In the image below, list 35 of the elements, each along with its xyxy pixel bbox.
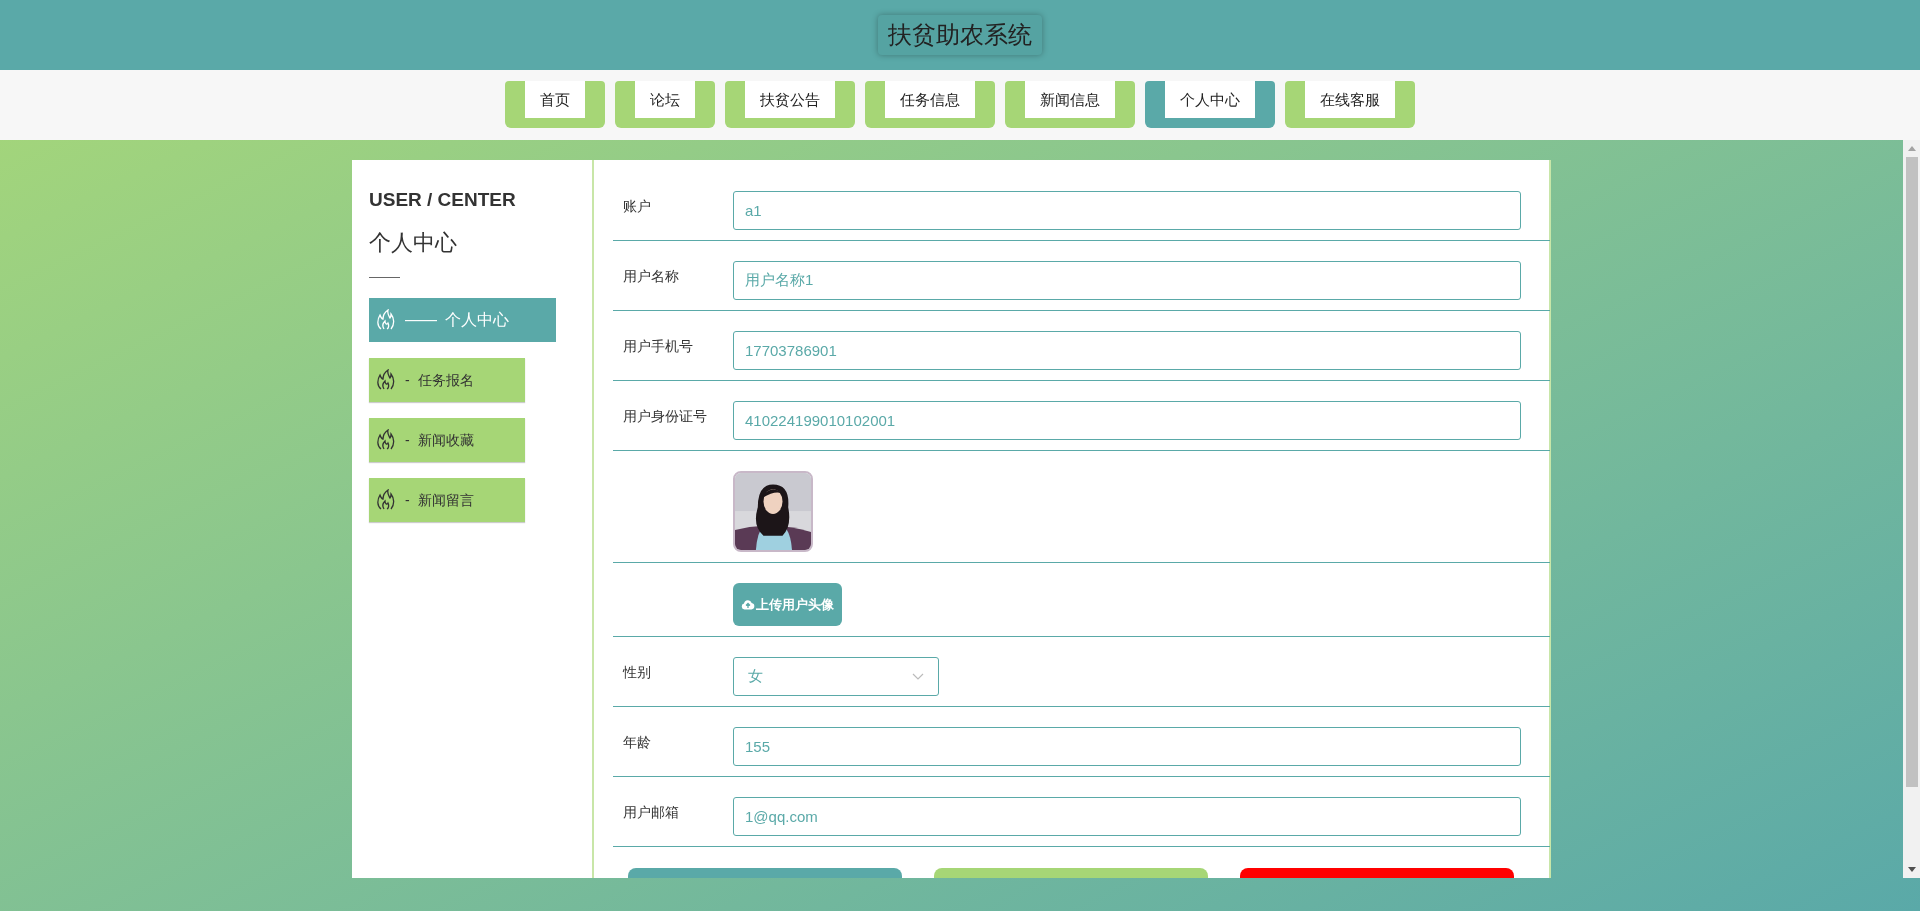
nav-tab[interactable]: 扶贫公告 bbox=[725, 81, 855, 128]
sidebar-item[interactable]: - 任务报名 bbox=[369, 358, 525, 402]
nav-tab[interactable]: 论坛 bbox=[615, 81, 715, 128]
flame-icon bbox=[375, 309, 397, 331]
chevron-down-icon bbox=[912, 672, 924, 681]
item-dash: - bbox=[405, 490, 410, 510]
flame-icon bbox=[375, 489, 397, 511]
item-label: 任务报名 bbox=[417, 370, 474, 390]
field-label: 年龄 bbox=[622, 733, 652, 752]
field-label: 用户身份证号 bbox=[622, 407, 708, 426]
field-label: 账户 bbox=[622, 197, 652, 216]
item-dash: - bbox=[405, 430, 410, 450]
sidebar-title: 个人中心 bbox=[369, 229, 458, 257]
flame-icon bbox=[375, 429, 397, 451]
sidebar-item[interactable]: - 新闻收藏 bbox=[369, 418, 525, 462]
item-dash: - bbox=[405, 370, 410, 390]
field-label: 用户手机号 bbox=[622, 337, 694, 356]
item-dash: —— bbox=[405, 310, 437, 330]
sidebar-heading: USER / CENTER bbox=[369, 188, 517, 212]
nav-tab[interactable]: 个人中心 bbox=[1145, 81, 1275, 128]
site-title: 扶贫助农系统 bbox=[878, 15, 1042, 55]
nav-tab[interactable]: 首页 bbox=[505, 81, 605, 128]
flame-icon bbox=[375, 369, 397, 391]
field-label: 性别 bbox=[621, 663, 652, 682]
nav-tab[interactable]: 在线客服 bbox=[1285, 81, 1415, 128]
field-label: 用户邮箱 bbox=[622, 803, 680, 822]
item-label: 新闻留言 bbox=[417, 490, 474, 510]
item-label: 新闻收藏 bbox=[417, 430, 474, 450]
nav-tab[interactable]: 任务信息 bbox=[865, 81, 995, 128]
scrollbar[interactable] bbox=[1903, 140, 1920, 878]
field-label: 用户名称 bbox=[622, 267, 680, 286]
sidebar-item[interactable]: - 新闻留言 bbox=[369, 478, 525, 522]
item-label: 个人中心 bbox=[445, 310, 509, 330]
nav-tab[interactable]: 新闻信息 bbox=[1005, 81, 1135, 128]
cloud-upload-icon bbox=[741, 599, 755, 610]
